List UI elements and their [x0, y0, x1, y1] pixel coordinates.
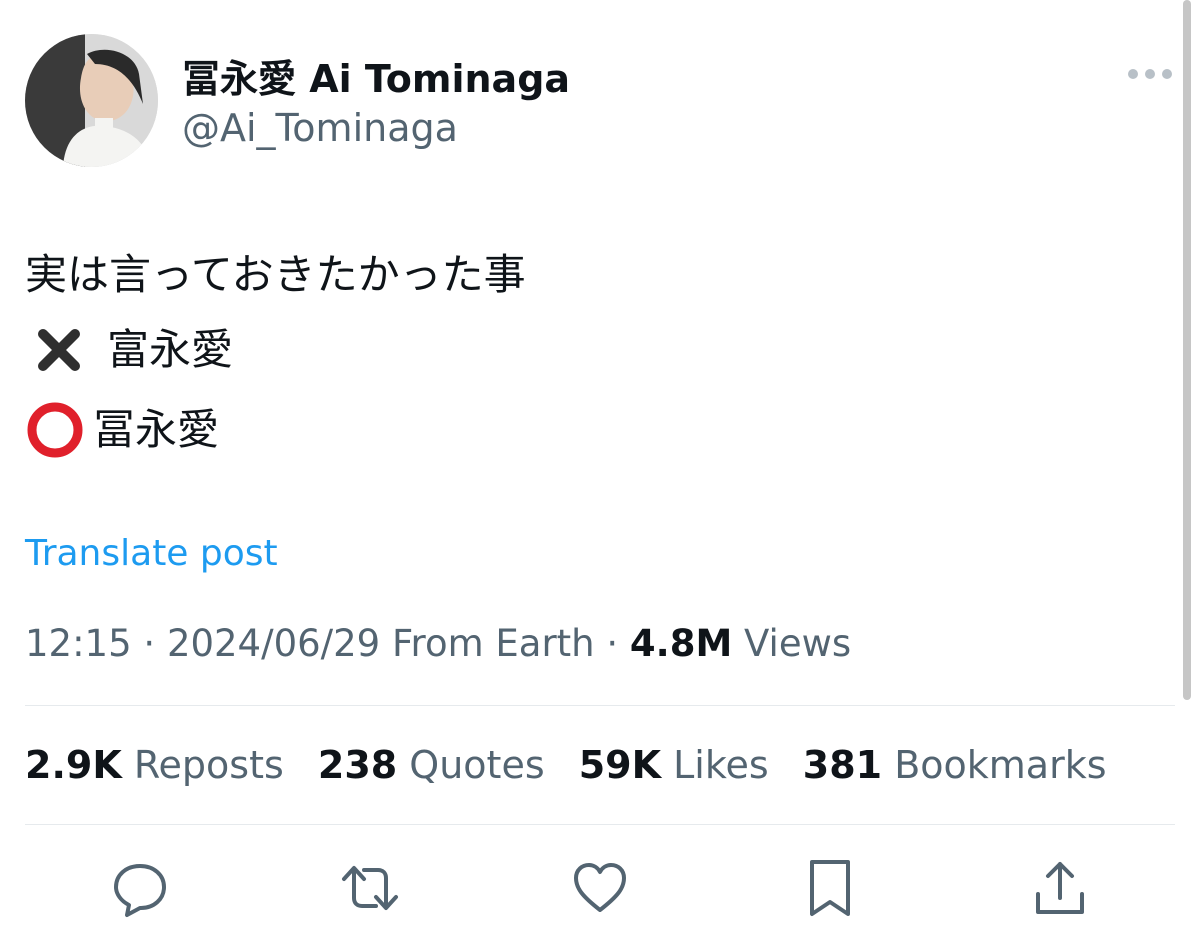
meta-separator: · [131, 622, 167, 665]
scrollbar[interactable] [1183, 0, 1191, 700]
likes-label: Likes [661, 743, 769, 787]
like-button[interactable] [570, 858, 630, 918]
user-handle[interactable]: @Ai_Tominaga [182, 106, 458, 150]
cross-mark-icon [38, 329, 80, 371]
avatar-image [25, 34, 158, 167]
post-source: From Earth [380, 622, 595, 665]
share-icon [1036, 862, 1084, 914]
avatar[interactable] [25, 34, 158, 167]
display-name[interactable]: 冨永愛 Ai Tominaga [182, 48, 570, 103]
quotes-count: 238 [317, 743, 398, 787]
reply-button[interactable] [110, 858, 170, 918]
divider [25, 824, 1175, 825]
bookmark-button[interactable] [800, 858, 860, 918]
tweet-line-text: 富永愛 [107, 325, 234, 374]
more-dot [1128, 69, 1138, 79]
circle-mark-icon [27, 402, 83, 458]
share-button[interactable] [1030, 858, 1090, 918]
quotes-stat[interactable]: 238 Quotes [318, 743, 545, 787]
repost-icon [342, 866, 398, 910]
likes-count: 59K [578, 743, 662, 787]
more-horizontal-icon[interactable] [1128, 62, 1172, 86]
bookmarks-count: 381 [802, 743, 883, 787]
bookmark-icon [810, 860, 850, 916]
bookmarks-label: Bookmarks [882, 743, 1107, 787]
tweet-line-text: 冨永愛 [93, 405, 220, 454]
reposts-stat[interactable]: 2.9K Reposts [25, 743, 284, 787]
tweet-text-line: 冨永愛 [25, 400, 219, 460]
quotes-label: Quotes [397, 743, 545, 787]
action-bar [0, 858, 1200, 918]
translate-post-link[interactable]: Translate post [25, 533, 278, 574]
bookmarks-stat[interactable]: 381 Bookmarks [803, 743, 1107, 787]
more-dot [1162, 69, 1172, 79]
divider [25, 705, 1175, 706]
tweet-metadata: 12:15 · 2024/06/29 From Earth · 4.8M Vie… [25, 622, 851, 665]
post-date[interactable]: 2024/06/29 [167, 622, 380, 665]
engagement-stats: 2.9K Reposts 238 Quotes 59K Likes 381 Bo… [25, 743, 1129, 787]
heart-icon [574, 863, 626, 912]
tweet-text-line: 実は言っておきたかった事 [25, 250, 526, 299]
tweet-page: 冨永愛 Ai Tominaga @Ai_Tominaga 実は言っておきたかった… [0, 0, 1200, 942]
meta-separator: · [594, 622, 630, 665]
reposts-count: 2.9K [25, 743, 122, 787]
reposts-label: Reposts [121, 743, 284, 787]
tweet-text-line: 富永愛 [25, 328, 233, 372]
likes-stat[interactable]: 59K Likes [579, 743, 769, 787]
views-label: Views [732, 622, 852, 665]
views-count: 4.8M [629, 622, 733, 665]
more-dot [1145, 69, 1155, 79]
post-time[interactable]: 12:15 [25, 622, 132, 665]
repost-button[interactable] [340, 858, 400, 918]
reply-icon [114, 864, 166, 917]
